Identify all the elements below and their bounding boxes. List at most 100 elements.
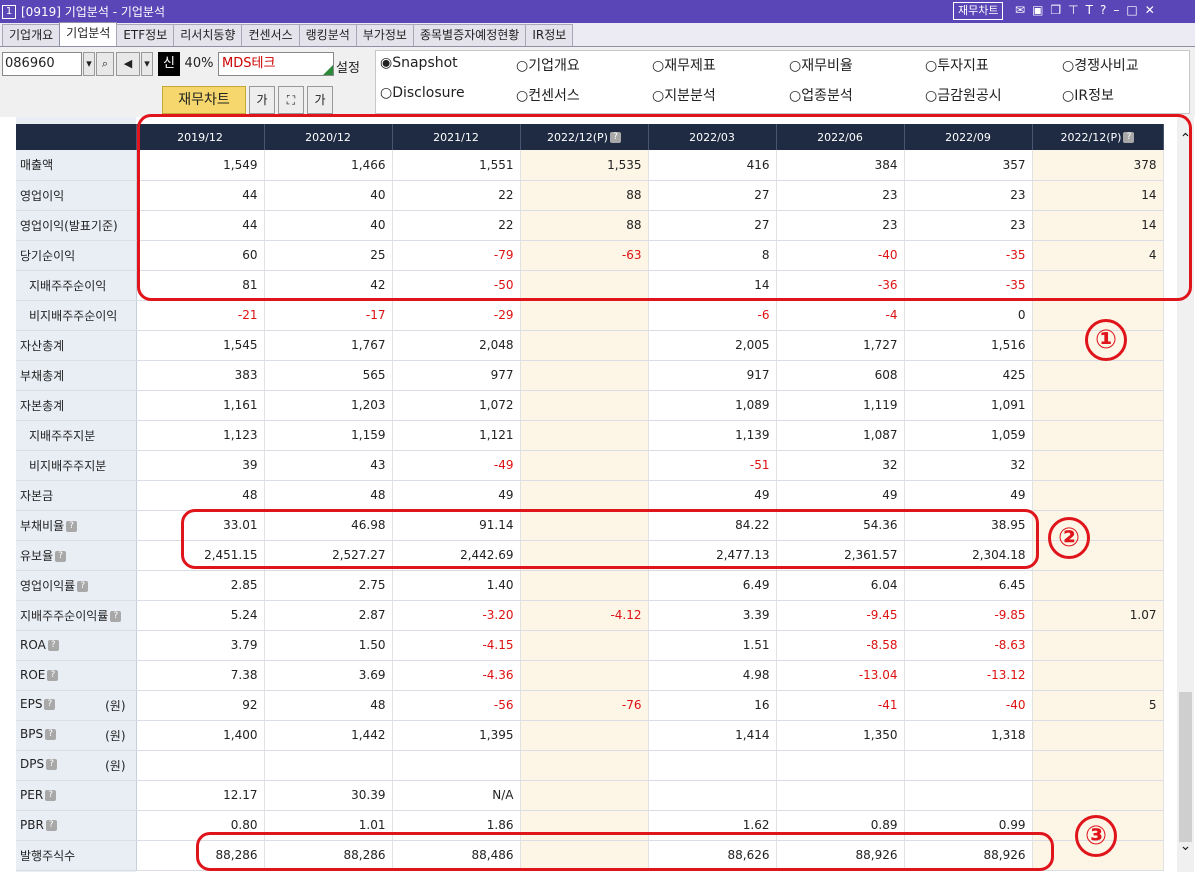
- maximize-icon[interactable]: □: [1126, 3, 1137, 17]
- help-icon[interactable]: ?: [66, 520, 78, 532]
- table-cell: [648, 780, 777, 811]
- table-cell: -21: [136, 300, 265, 331]
- finance-chart-big-button[interactable]: 재무차트: [162, 86, 246, 114]
- radio-label: 재무비율: [801, 58, 853, 74]
- speaker-dropdown-icon[interactable]: ▾: [141, 52, 153, 76]
- table-cell: 92: [136, 690, 265, 721]
- help-icon[interactable]: ?: [45, 790, 57, 801]
- window-controls: ✉ ▣ ❐ ⊤ T ? – □ ✕: [1015, 3, 1155, 17]
- help-icon[interactable]: ?: [1100, 3, 1106, 17]
- radio-2[interactable]: ○재무제표: [652, 55, 716, 75]
- company-name[interactable]: MDS테크: [218, 52, 334, 76]
- table-cell: [520, 390, 649, 421]
- help-icon[interactable]: ?: [45, 820, 57, 831]
- help-icon[interactable]: ?: [110, 610, 122, 622]
- table-cell: [1032, 390, 1164, 421]
- radio-0[interactable]: ◉Snapshot: [380, 55, 458, 71]
- row-label-text: 비지배주주지분: [29, 458, 107, 473]
- radio-7[interactable]: ○컨센서스: [516, 85, 580, 105]
- layout-icon[interactable]: ▣: [1032, 3, 1043, 17]
- code-dropdown-icon[interactable]: ▾: [83, 52, 95, 76]
- table-cell: 5: [1032, 690, 1164, 721]
- tab-6[interactable]: 부가정보: [355, 24, 414, 46]
- table-cell: [1032, 720, 1164, 751]
- radio-9[interactable]: ○업종분석: [789, 85, 853, 105]
- tab-7[interactable]: 종목별증자예정현황: [412, 24, 527, 46]
- font-increase-button[interactable]: 가: [249, 86, 275, 114]
- annotation-circle-1: ①: [1085, 319, 1127, 361]
- tab-0[interactable]: 기업개요: [2, 24, 61, 46]
- row-label: 비지배주주순이익: [16, 300, 137, 331]
- radio-6[interactable]: ○Disclosure: [380, 85, 465, 101]
- table-cell: -13.04: [776, 660, 905, 691]
- annotation-box-1: [137, 114, 1192, 301]
- font-decrease-button[interactable]: 가: [307, 86, 333, 114]
- help-icon[interactable]: ?: [44, 698, 56, 710]
- radio-8[interactable]: ○지분분석: [652, 85, 716, 105]
- tab-5[interactable]: 랭킹분석: [298, 24, 357, 46]
- unit-label: (원): [105, 698, 126, 713]
- radio-3[interactable]: ○재무비율: [789, 55, 853, 75]
- table-cell: 2,048: [392, 330, 521, 361]
- help-icon[interactable]: ?: [45, 728, 57, 740]
- table-cell: 32: [904, 450, 1033, 481]
- setting-link[interactable]: 설정: [336, 57, 360, 76]
- table-cell: [1032, 480, 1164, 511]
- pin-icon[interactable]: ⊤: [1068, 3, 1078, 17]
- help-icon[interactable]: ?: [77, 580, 89, 592]
- table-cell: [520, 480, 649, 511]
- table-cell: -4: [776, 300, 905, 331]
- radio-1[interactable]: ○기업개요: [516, 55, 580, 75]
- search-icon[interactable]: ⌕: [96, 52, 114, 76]
- table-cell: 1,400: [136, 720, 265, 751]
- finance-chart-button[interactable]: 재무차트: [953, 2, 1004, 20]
- tab-8[interactable]: IR정보: [525, 24, 574, 46]
- font-icon[interactable]: T: [1086, 3, 1093, 17]
- toolbar: 086960 ▾ ⌕ ◀ ▾ 신 40% MDS테크 설정 재무차트 가 ⛶ 가…: [0, 47, 1195, 117]
- table-row: 자본금 48 48 49 49 49 49: [16, 480, 1164, 511]
- stock-code-input[interactable]: 086960: [2, 52, 82, 76]
- table-cell: [1032, 750, 1164, 781]
- table-cell: 6.45: [904, 570, 1033, 601]
- table-cell: [136, 750, 265, 781]
- row-label-text: DPS: [20, 756, 45, 771]
- radio-10[interactable]: ○금감원공시: [925, 85, 1002, 105]
- expand-icon[interactable]: ⛶: [278, 86, 304, 114]
- table-cell: [520, 750, 649, 781]
- minimize-icon[interactable]: –: [1113, 3, 1119, 17]
- table-cell: [1032, 450, 1164, 481]
- radio-label: IR정보: [1074, 88, 1114, 104]
- unit-label: (원): [105, 728, 126, 743]
- company-name-text: MDS테크: [222, 56, 276, 71]
- row-label: 발행주식수: [16, 840, 137, 871]
- help-icon[interactable]: ?: [47, 670, 59, 681]
- restore-icon[interactable]: ❐: [1050, 3, 1061, 17]
- speaker-icon[interactable]: ◀: [116, 52, 140, 76]
- radio-unselected-icon: ○: [516, 58, 529, 74]
- radio-11[interactable]: ○IR정보: [1062, 85, 1114, 105]
- radio-selected-icon: ◉: [380, 55, 393, 71]
- help-icon[interactable]: ?: [47, 640, 59, 651]
- table-cell: [1032, 360, 1164, 391]
- help-icon[interactable]: ?: [46, 758, 58, 770]
- annotation-box-3: [196, 832, 1054, 871]
- table-cell: 1,159: [264, 420, 393, 451]
- table-cell: [776, 780, 905, 811]
- table-cell: 49: [648, 480, 777, 511]
- table-cell: [1032, 420, 1164, 451]
- tab-2[interactable]: ETF정보: [116, 24, 175, 46]
- radio-unselected-icon: ○: [925, 88, 938, 104]
- tab-3[interactable]: 리서치동향: [173, 24, 243, 46]
- table-cell: [520, 420, 649, 451]
- mail-icon[interactable]: ✉: [1015, 3, 1025, 17]
- radio-4[interactable]: ○투자지표: [925, 55, 989, 75]
- tab-1[interactable]: 기업분석: [59, 22, 118, 46]
- table-cell: -51: [648, 450, 777, 481]
- help-icon[interactable]: ?: [55, 550, 67, 562]
- scroll-thumb[interactable]: [1179, 692, 1192, 842]
- tab-4[interactable]: 컨센서스: [241, 24, 300, 46]
- row-label-text: 영업이익률: [20, 578, 76, 593]
- scroll-down-icon[interactable]: ⌄: [1177, 838, 1194, 854]
- close-icon[interactable]: ✕: [1145, 3, 1155, 17]
- radio-5[interactable]: ○경쟁사비교: [1062, 55, 1139, 75]
